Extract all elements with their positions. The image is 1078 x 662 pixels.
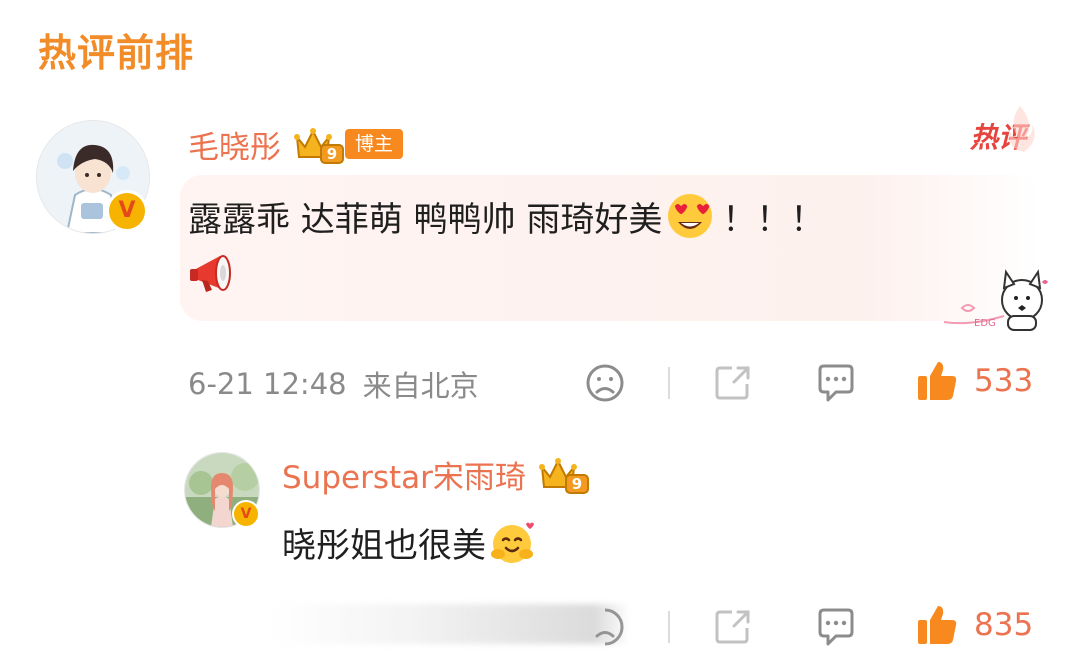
hug-emoji-icon (491, 522, 534, 563)
decoration-caption: EDG (974, 318, 996, 329)
verified-v-icon: V (106, 190, 148, 232)
blogger-badge: 博主 (345, 129, 404, 159)
crown-icon: 9 (294, 128, 344, 164)
like-button[interactable]: 533 (914, 358, 1033, 404)
reply-item: V Superstar宋雨琦 9 晓彤姐也很美 835 (0, 430, 1078, 662)
comment-text-line: 露露乖 达菲萌 鸭鸭帅 雨琦好美 ！！！ (188, 190, 824, 242)
frown-icon[interactable] (584, 362, 626, 404)
heart-eyes-emoji-icon (668, 194, 713, 238)
frown-icon[interactable] (584, 606, 626, 648)
action-divider (668, 367, 670, 399)
reply-crown-level-text: 9 (572, 475, 582, 493)
decoration-sticker: EDG (940, 262, 1050, 334)
flame-decoration-icon (1009, 106, 1035, 152)
action-divider (668, 611, 670, 643)
reply-avatar-wrap[interactable]: V (184, 452, 262, 530)
share-icon[interactable] (712, 362, 754, 404)
comment-timestamp: 6-21 12:48 (188, 367, 347, 401)
comment-header: 毛晓彤 9 博主 (188, 122, 404, 167)
comment-item: V 毛晓彤 9 博主 热评 露露乖 达菲萌 鸭鸭帅 雨琦好美 ！！！ EDG 6… (0, 0, 1078, 430)
reply-text-line: 晓彤姐也很美 (282, 516, 536, 568)
thumbs-up-icon (918, 362, 957, 400)
comment-meta-row: 6-21 12:48 来自北京 (188, 362, 479, 406)
comment-text: 露露乖 达菲萌 鸭鸭帅 雨琦好美 (188, 199, 663, 240)
share-icon[interactable] (712, 606, 754, 648)
reply-like-button[interactable]: 835 (914, 602, 1033, 648)
comment-icon[interactable] (814, 606, 858, 650)
reply-username-link[interactable]: Superstar宋雨琦 (282, 452, 526, 497)
reply-header: Superstar宋雨琦 9 (282, 452, 592, 496)
member-crown-badge[interactable]: 9 博主 (291, 123, 404, 165)
reply-verified-v-icon: V (232, 500, 260, 528)
comment-icon[interactable] (814, 362, 858, 406)
reply-like-count: 835 (974, 607, 1034, 643)
crown-icon[interactable]: 9 (536, 453, 592, 495)
reply-text: 晓彤姐也很美 (282, 525, 486, 566)
megaphone-icon (190, 255, 231, 292)
comment-location: 来自北京 (362, 369, 479, 403)
crown-level-text: 9 (327, 145, 337, 163)
username-link[interactable]: 毛晓彤 (188, 122, 281, 167)
blurred-timestamp (270, 604, 630, 644)
thumbs-up-icon (918, 606, 957, 644)
comment-text-suffix: ！！！ (722, 199, 825, 240)
avatar-wrap[interactable]: V (36, 120, 152, 236)
like-count: 533 (974, 363, 1034, 399)
